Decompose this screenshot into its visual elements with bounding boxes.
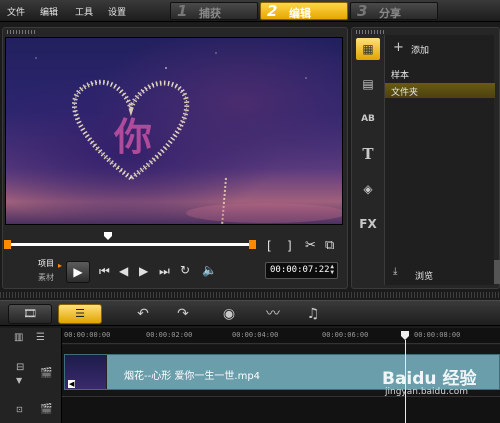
graphic-icon[interactable]: ◈ [356,178,380,200]
trim-start-marker[interactable] [4,240,11,249]
clip-title: 烟花--心形 爱你一生一世.mp4 [124,371,261,382]
step-number: 1 [177,2,188,20]
transition-icon[interactable]: AB [356,108,380,130]
video-track-icon: 🎬 [40,368,53,379]
overlay-title-text: 你 [114,114,153,159]
overlay-track [62,396,500,423]
step-number: 3 [357,2,368,20]
scissors-icon[interactable]: ✂ [305,239,316,252]
redo-icon[interactable]: ↷ [172,305,194,323]
audio-indicator-icon: ◀ [68,380,76,388]
audio-mixer-icon[interactable]: 〰 [262,305,284,323]
panel-grip[interactable] [7,30,37,34]
library-list: + 添加 样本 文件夹 ⤓ 浏览 [384,35,495,285]
baidu-watermark-logo: Baidu 经验 [382,369,477,389]
baidu-watermark-url: jingyan.baidu.com [385,387,469,397]
timeline-view-button[interactable]: ☰ [58,304,102,324]
instant-project-icon[interactable]: ▤ [356,73,380,95]
add-icon[interactable]: + [393,40,404,55]
scrubber-track[interactable] [8,243,253,246]
list-item-folder[interactable]: 文件夹 [391,85,418,98]
end-icon[interactable]: ⏭ [159,265,170,277]
auto-music-icon[interactable]: ♫ [302,305,324,323]
step-label: 编辑 [289,7,311,20]
ruler-tick: 00:00:08:00 [414,331,461,339]
play-button[interactable]: ▶ [66,261,90,283]
track-header: ▥ ☰ ⊟ ▼ 🎬 ⊡ 🎬 [0,328,62,423]
home-icon[interactable]: ⏮ [99,265,110,277]
library-scrollbar[interactable] [494,260,500,284]
step-number: 2 [267,2,278,20]
ruler-tick: 00:00:04:00 [232,331,279,339]
video-preview: 你 [5,37,343,225]
menu-edit[interactable]: 编辑 [40,5,58,18]
lock-icon[interactable]: ⊡ [16,405,23,414]
repeat-icon[interactable]: ↻ [180,264,190,276]
timeline-grip[interactable] [0,292,500,298]
ruler-tick: 00:00:02:00 [146,331,193,339]
mode-clip[interactable]: 素材 [38,272,54,283]
list-item-samples[interactable]: 样本 [391,68,409,81]
undo-icon[interactable]: ↶ [132,305,154,323]
media-icon[interactable]: ▦ [356,38,380,60]
ruler-tick: 00:00:00:00 [64,331,111,339]
clip-thumbnail: ◀ [65,355,107,389]
menu-settings[interactable]: 设置 [108,5,126,18]
mark-out-button[interactable]: ] [287,240,292,252]
mode-arrow-icon: ▸ [58,261,63,270]
previous-frame-icon[interactable]: ◀ [119,265,128,277]
volume-icon[interactable]: 🔈 [202,264,217,276]
panel-grip[interactable] [356,30,386,34]
timeline-ruler[interactable]: 00:00:00:00 00:00:02:00 00:00:04:00 00:0… [62,328,500,344]
timecode-value: 00:00:07:22 [270,265,330,275]
title-icon[interactable]: T [356,143,380,165]
add-folder-button[interactable]: 添加 [411,43,429,56]
mode-project[interactable]: 项目 [38,258,54,269]
filter-icon[interactable]: FX [356,213,380,235]
step-share-tab[interactable]: 3 分享 [350,2,438,20]
menu-tools[interactable]: 工具 [75,5,93,18]
step-edit-tab[interactable]: 2 编辑 [260,2,348,20]
track-visibility-icon[interactable]: ⊟ [16,362,24,373]
step-label: 捕获 [199,7,221,20]
enlarge-preview-icon[interactable]: ⧉ [325,239,334,252]
expand-track-icon[interactable]: ▼ [16,376,22,385]
step-label: 分享 [379,7,401,20]
menu-bar: 文件 编辑 工具 设置 1 捕获 2 编辑 3 分享 [0,0,500,22]
storyboard-view-button[interactable]: 🎞 [8,304,52,324]
overlay-track-icon: 🎬 [40,404,53,415]
next-frame-icon[interactable]: ▶ [139,265,148,277]
track-manager-icon[interactable]: ▥ [14,332,23,343]
heart-fireworks-image [35,52,342,224]
timecode-spinner-icon[interactable]: ▲ ▼ [330,264,334,276]
library-tab-strip: ▦ ▤ AB T ◈ FX [352,35,382,285]
browse-icon[interactable]: ⤓ [393,266,397,277]
menu-file[interactable]: 文件 [7,5,25,18]
record-capture-icon[interactable]: ◉ [218,305,240,323]
trim-end-marker[interactable] [249,240,256,249]
browse-button[interactable]: 浏览 [415,269,433,282]
mark-in-button[interactable]: [ [267,240,272,252]
timecode-field[interactable]: 00:00:07:22 ▲ ▼ [265,262,338,279]
chapter-point-icon[interactable]: ☰ [36,332,45,343]
step-capture-tab[interactable]: 1 捕获 [170,2,258,20]
ruler-tick: 00:00:06:00 [322,331,369,339]
